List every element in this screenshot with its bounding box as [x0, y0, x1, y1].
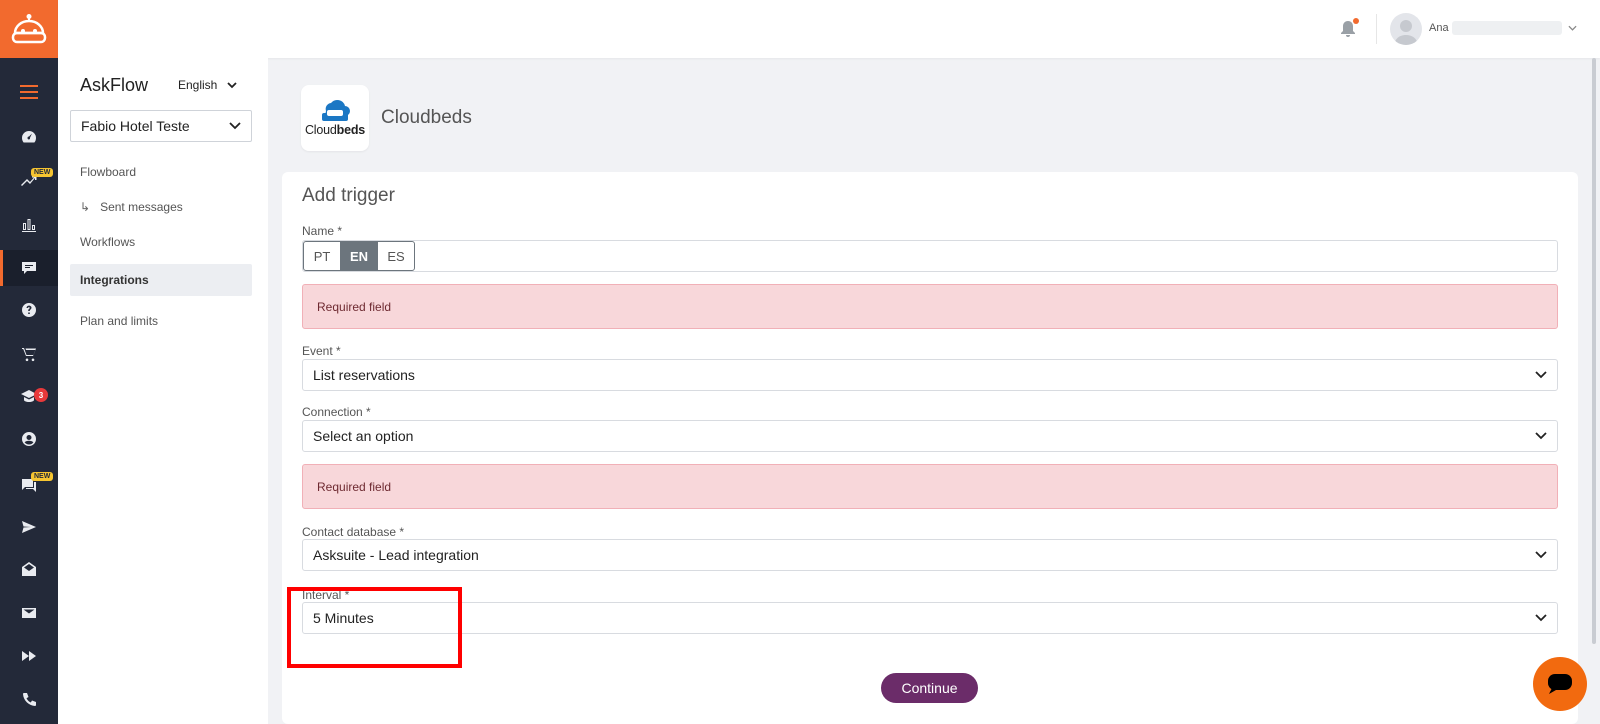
continue-button[interactable]: Continue [881, 673, 978, 703]
send-icon [22, 521, 36, 533]
askflow-sidebar: AskFlow English Fabio Hotel Teste Flowbo… [58, 58, 268, 724]
tab-en[interactable]: EN [340, 241, 378, 271]
rail-dashboard[interactable] [0, 119, 58, 155]
connection-label: Connection * [302, 405, 371, 419]
notification-count-badge: 3 [34, 388, 48, 402]
envelope-icon [22, 608, 36, 618]
robot-logo-icon [11, 14, 47, 44]
top-bar [58, 0, 1600, 58]
chevron-down-icon [229, 122, 241, 130]
name-field[interactable]: PT EN ES [302, 240, 1558, 272]
chevron-down-icon [1535, 371, 1547, 379]
name-label: Name * [302, 224, 343, 238]
rail-academy[interactable]: 3 [0, 378, 58, 414]
user-silhouette-icon [1394, 20, 1418, 45]
language-tabs: PT EN ES [303, 241, 415, 271]
tab-es[interactable]: ES [377, 241, 415, 271]
sidebar-item-sent-messages[interactable]: ↳ Sent messages [70, 191, 252, 223]
sidebar-item-integrations[interactable]: Integrations [70, 264, 252, 296]
app-rail: NEW 3 NEW [0, 0, 58, 724]
menu-toggle-button[interactable] [0, 74, 58, 110]
tab-pt[interactable]: PT [303, 241, 341, 271]
rail-trends[interactable]: NEW [0, 163, 58, 199]
fast-forward-icon [22, 651, 36, 661]
connection-error-message: Required field [302, 464, 1558, 509]
chevron-down-icon [227, 81, 237, 88]
user-name[interactable]: Ana [1429, 22, 1449, 34]
event-label: Event * [302, 344, 341, 358]
sidebar-item-label: Sent messages [100, 200, 183, 214]
form-title: Add trigger [302, 185, 395, 206]
hotel-select-value: Fabio Hotel Teste [81, 118, 190, 134]
rail-forward[interactable] [0, 638, 58, 674]
chevron-down-icon [1535, 432, 1547, 440]
phone-icon [23, 693, 36, 706]
highlight-annotation-box [287, 587, 462, 668]
cloud-bed-icon [322, 99, 350, 121]
rail-askflow[interactable] [0, 250, 58, 286]
hotel-select[interactable]: Fabio Hotel Teste [70, 110, 252, 142]
help-icon [22, 303, 36, 317]
chevron-down-icon [1535, 614, 1547, 622]
sidebar-item-label: Integrations [80, 273, 149, 287]
sub-item-arrow-icon: ↳ [80, 200, 91, 214]
divider [1376, 14, 1377, 44]
message-flow-icon [22, 262, 36, 274]
rail-chat[interactable]: NEW [0, 467, 58, 503]
mail-open-icon [22, 562, 36, 576]
user-circle-icon [22, 432, 36, 446]
rail-reports[interactable] [0, 206, 58, 242]
rail-phone[interactable] [0, 682, 58, 718]
sidebar-item-plan-and-limits[interactable]: Plan and limits [70, 305, 252, 337]
hamburger-icon [20, 85, 38, 99]
rail-help[interactable] [0, 292, 58, 328]
cloudbeds-logo: Cloudbeds [301, 85, 369, 151]
chat-widget-button[interactable] [1533, 657, 1587, 711]
sidebar-item-flowboard[interactable]: Flowboard [70, 156, 252, 188]
rail-mail[interactable] [0, 595, 58, 631]
chevron-down-icon [1535, 551, 1547, 559]
rail-inbox[interactable] [0, 551, 58, 587]
event-select[interactable]: List reservations [302, 359, 1558, 391]
shopping-cart-icon [22, 348, 36, 362]
contact-database-select[interactable]: Asksuite - Lead integration [302, 539, 1558, 571]
contact-database-label: Contact database * [302, 525, 405, 539]
chevron-down-icon[interactable] [1568, 25, 1577, 31]
contact-database-select-value: Asksuite - Lead integration [313, 547, 479, 563]
language-select[interactable]: English [178, 78, 237, 92]
rail-store[interactable] [0, 336, 58, 372]
chat-bubble-icon [1548, 674, 1572, 694]
integration-title: Cloudbeds [381, 107, 472, 128]
rail-account[interactable] [0, 421, 58, 457]
connection-select-value: Select an option [313, 428, 414, 444]
speedometer-icon [22, 131, 37, 143]
interval-select[interactable]: 5 Minutes [302, 602, 1558, 634]
connection-select[interactable]: Select an option [302, 420, 1558, 452]
redacted-user-name [1452, 21, 1562, 35]
sidebar-title: AskFlow [80, 75, 149, 95]
name-error-message: Required field [302, 284, 1558, 329]
cloudbeds-wordmark: Cloudbeds [304, 123, 366, 137]
app-logo[interactable] [0, 0, 58, 58]
language-value: English [178, 78, 218, 92]
new-badge: NEW [31, 168, 54, 177]
sidebar-item-label: Flowboard [80, 165, 137, 179]
new-badge: NEW [31, 472, 54, 481]
notification-dot [1353, 18, 1359, 24]
rail-send[interactable] [0, 509, 58, 545]
sidebar-item-label: Plan and limits [80, 314, 159, 328]
add-trigger-card: Add trigger Name * PT EN ES Required fie… [282, 172, 1578, 724]
sidebar-item-workflows[interactable]: Workflows [70, 226, 252, 258]
scrollbar[interactable] [1592, 58, 1596, 644]
event-select-value: List reservations [313, 367, 415, 383]
bar-chart-icon [22, 219, 36, 232]
avatar[interactable] [1390, 13, 1422, 45]
sidebar-item-label: Workflows [80, 235, 136, 249]
